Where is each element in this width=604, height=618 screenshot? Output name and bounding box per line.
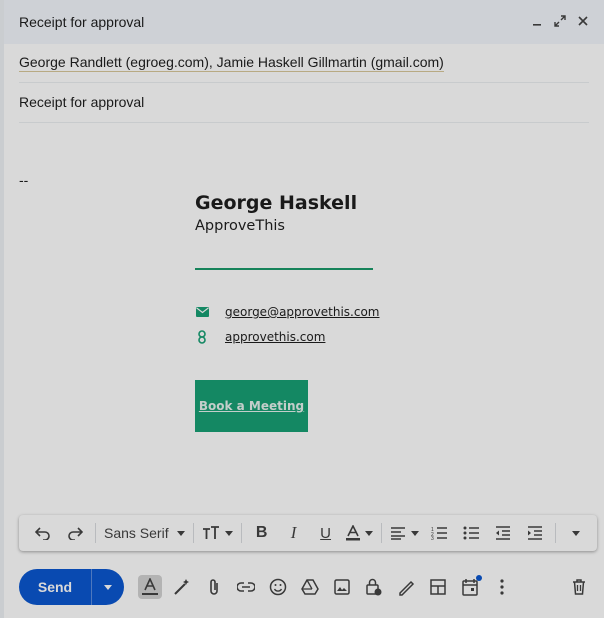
indent-more-icon[interactable] xyxy=(523,521,547,545)
notification-dot xyxy=(476,575,482,581)
send-button[interactable]: Send xyxy=(19,569,91,605)
signature-company: ApproveThis xyxy=(195,218,285,234)
drive-icon[interactable] xyxy=(298,575,322,599)
signature-separator: -- xyxy=(19,172,29,188)
send-button-group: Send xyxy=(19,569,124,605)
font-family-value: Sans Serif xyxy=(104,525,169,541)
chevron-down-icon xyxy=(104,584,112,590)
schedule-icon[interactable] xyxy=(458,575,482,599)
toolbar-separator xyxy=(192,523,194,543)
svg-text:3: 3 xyxy=(431,536,434,540)
close-icon[interactable] xyxy=(576,12,590,30)
font-family-select[interactable]: Sans Serif xyxy=(104,525,185,541)
ai-write-icon[interactable] xyxy=(170,575,194,599)
more-formatting-icon[interactable] xyxy=(564,521,588,545)
signature-block: George Haskell ApproveThis xyxy=(195,192,357,234)
bulleted-list-icon[interactable] xyxy=(459,521,483,545)
layouts-icon[interactable] xyxy=(426,575,450,599)
redo-icon[interactable] xyxy=(63,521,87,545)
numbered-list-icon[interactable]: 123 xyxy=(427,521,451,545)
formatting-options-icon[interactable] xyxy=(138,575,162,599)
signature-website-row: approvethis.com xyxy=(195,330,325,344)
link-icon[interactable] xyxy=(234,575,258,599)
recipients-field[interactable]: George Randlett (egroeg.com), Jamie Hask… xyxy=(19,54,589,83)
minimize-icon[interactable] xyxy=(530,12,544,30)
attach-icon[interactable] xyxy=(202,575,226,599)
signature-email-row: george@approvethis.com xyxy=(195,305,380,319)
expand-icon[interactable] xyxy=(553,12,567,30)
toolbar-separator xyxy=(554,523,556,543)
toolbar-separator xyxy=(95,523,96,543)
subject-field[interactable]: Receipt for approval xyxy=(19,94,589,123)
align-icon[interactable] xyxy=(390,521,419,545)
link-chain-icon xyxy=(195,330,209,344)
compose-header: Receipt for approval xyxy=(4,0,604,44)
chevron-down-icon xyxy=(364,530,373,536)
bold-icon[interactable]: B xyxy=(250,521,274,545)
indent-less-icon[interactable] xyxy=(491,521,515,545)
delete-icon[interactable] xyxy=(567,575,591,599)
more-options-icon[interactable] xyxy=(490,575,514,599)
signature-website-link[interactable]: approvethis.com xyxy=(225,330,325,344)
underline-icon[interactable]: U xyxy=(314,521,338,545)
compose-bottom-bar: Send xyxy=(19,569,599,605)
send-options-button[interactable] xyxy=(91,569,124,605)
signature-icon[interactable] xyxy=(394,575,418,599)
chevron-down-icon xyxy=(410,530,419,536)
mail-icon xyxy=(195,305,209,319)
emoji-icon[interactable] xyxy=(266,575,290,599)
compose-title: Receipt for approval xyxy=(19,14,145,30)
signature-name: George Haskell xyxy=(195,192,358,214)
signature-email-link[interactable]: george@approvethis.com xyxy=(225,305,380,319)
text-color-icon[interactable] xyxy=(345,521,373,545)
photo-icon[interactable] xyxy=(330,575,354,599)
window-controls xyxy=(530,12,590,30)
confidential-icon[interactable] xyxy=(362,575,386,599)
chevron-down-icon xyxy=(571,530,580,536)
recipients-text: George Randlett (egroeg.com), Jamie Hask… xyxy=(19,54,444,72)
font-size-icon[interactable] xyxy=(202,521,233,545)
subject-text: Receipt for approval xyxy=(19,94,145,110)
signature-divider xyxy=(195,268,373,270)
chevron-down-icon xyxy=(224,530,233,536)
formatting-toolbar: Sans Serif B I U 123 xyxy=(19,515,597,551)
book-meeting-button[interactable]: Book a Meeting xyxy=(195,380,308,432)
toolbar-separator xyxy=(240,523,242,543)
undo-icon[interactable] xyxy=(31,521,55,545)
chevron-down-icon xyxy=(176,530,185,536)
compose-window: Receipt for approval George Randlett (eg… xyxy=(4,0,604,618)
toolbar-separator xyxy=(380,523,382,543)
italic-icon[interactable]: I xyxy=(282,521,306,545)
